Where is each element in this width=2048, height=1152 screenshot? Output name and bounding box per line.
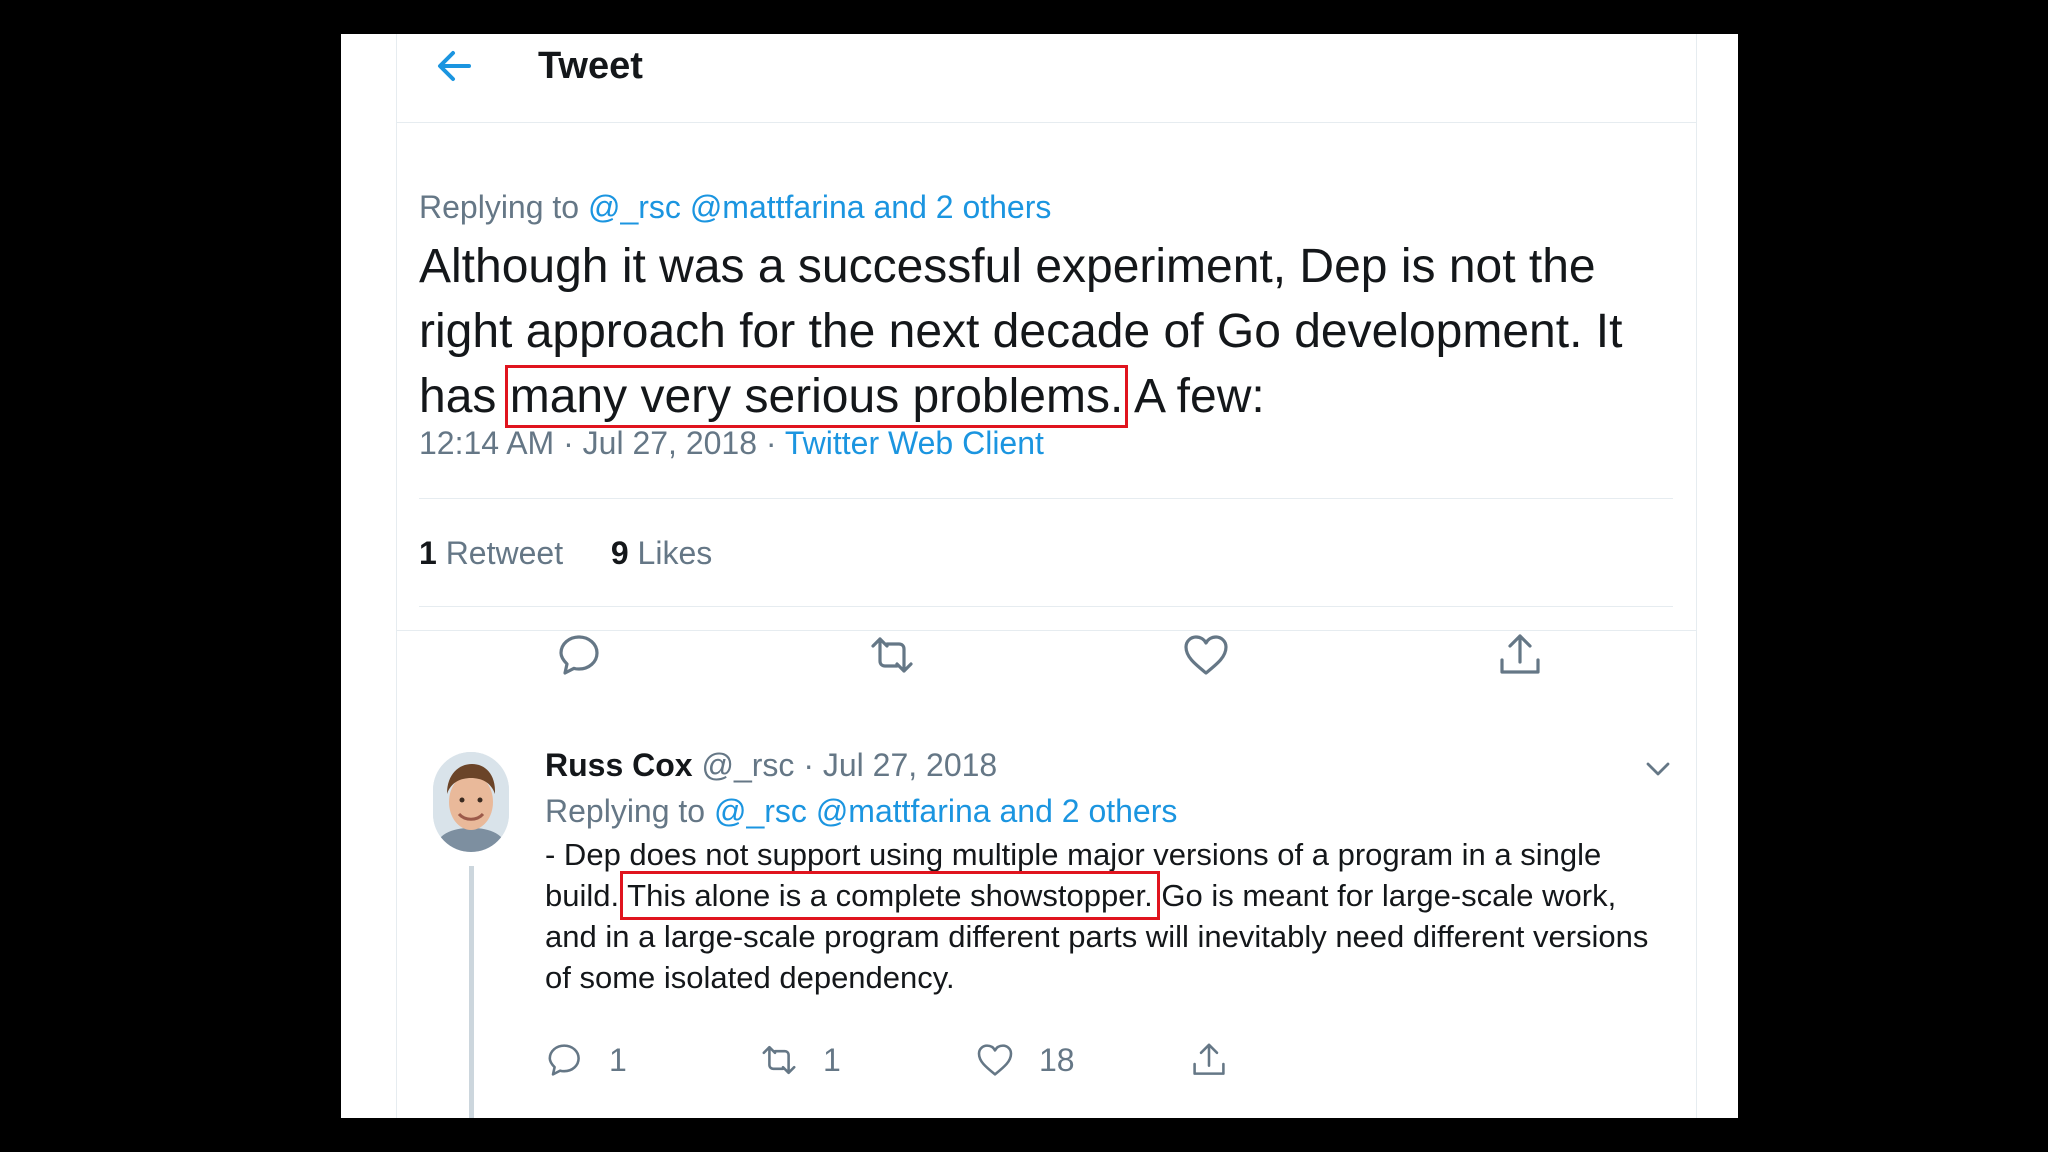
tweet-column: Tweet Replying to @_rsc @mattfarina and … — [396, 34, 1697, 1118]
replying-to: Replying to @_rsc @mattfarina and 2 othe… — [419, 186, 1051, 228]
retweet-stat[interactable]: 1 Retweet — [419, 535, 563, 571]
reply-replying-users-link[interactable]: @_rsc @mattfarina and 2 others — [714, 793, 1177, 829]
reply-text: - Dep does not support using multiple ma… — [545, 834, 1665, 998]
tweet-text: Although it was a successful experiment,… — [419, 234, 1673, 429]
avatar[interactable] — [433, 752, 509, 852]
reply-replying-to: Replying to @_rsc @mattfarina and 2 othe… — [545, 790, 1177, 832]
tweet-text-end: A few: — [1123, 370, 1265, 423]
divider — [419, 498, 1673, 499]
like-stat-label: Likes — [637, 535, 713, 571]
reply-handle-date[interactable]: @_rsc · Jul 27, 2018 — [693, 747, 997, 783]
tweet-timestamp[interactable]: 12:14 AM · Jul 27, 2018 · — [419, 425, 785, 461]
screenshot-sheet: Tweet Replying to @_rsc @mattfarina and … — [341, 34, 1738, 1118]
replying-to-label: Replying to — [419, 189, 580, 225]
share-icon[interactable] — [1495, 630, 1545, 680]
highlighted-phrase: many very serious problems. — [504, 365, 1129, 428]
retweet-count: 1 — [419, 535, 437, 571]
like-icon — [977, 1044, 1013, 1076]
reply-share-action[interactable] — [1189, 1038, 1229, 1082]
divider — [397, 630, 1696, 631]
retweet-icon — [762, 1045, 796, 1075]
reply-header: Russ Cox @_rsc · Jul 27, 2018 — [545, 744, 997, 786]
reply-reply-action[interactable]: 1 — [545, 1038, 627, 1082]
reply-icon — [548, 1044, 580, 1076]
replying-to-users-link[interactable]: @_rsc @mattfarina and 2 others — [588, 189, 1051, 225]
tweet-stats: 1 Retweet 9 Likes — [419, 532, 712, 574]
retweet-icon[interactable] — [867, 630, 917, 680]
reply-reply-count: 1 — [609, 1041, 627, 1078]
like-stat[interactable]: 9 Likes — [611, 535, 712, 571]
reply-author-name[interactable]: Russ Cox — [545, 747, 693, 783]
tweet-client-link[interactable]: Twitter Web Client — [785, 425, 1044, 461]
reply-retweet-count: 1 — [823, 1041, 841, 1078]
reply-like-action[interactable]: 18 — [975, 1038, 1075, 1082]
like-icon[interactable] — [1181, 630, 1231, 680]
chevron-down-icon[interactable] — [1643, 754, 1673, 784]
reply-retweet-action[interactable]: 1 — [759, 1038, 841, 1082]
like-count: 9 — [610, 535, 629, 571]
tweet-meta: 12:14 AM · Jul 27, 2018 · Twitter Web Cl… — [419, 422, 1044, 464]
back-arrow-icon[interactable] — [431, 44, 475, 88]
divider — [419, 606, 1673, 607]
page-title: Tweet — [538, 45, 643, 87]
reply-replying-label: Replying to — [545, 793, 706, 829]
share-icon — [1193, 1043, 1225, 1075]
reply-like-count: 18 — [1039, 1041, 1075, 1078]
retweet-stat-label: Retweet — [445, 535, 564, 571]
page-header: Tweet — [397, 34, 1696, 123]
reply-highlighted-phrase: This alone is a complete showstopper. — [620, 871, 1160, 920]
reply-icon[interactable] — [555, 630, 605, 680]
thread-line — [469, 866, 474, 1118]
